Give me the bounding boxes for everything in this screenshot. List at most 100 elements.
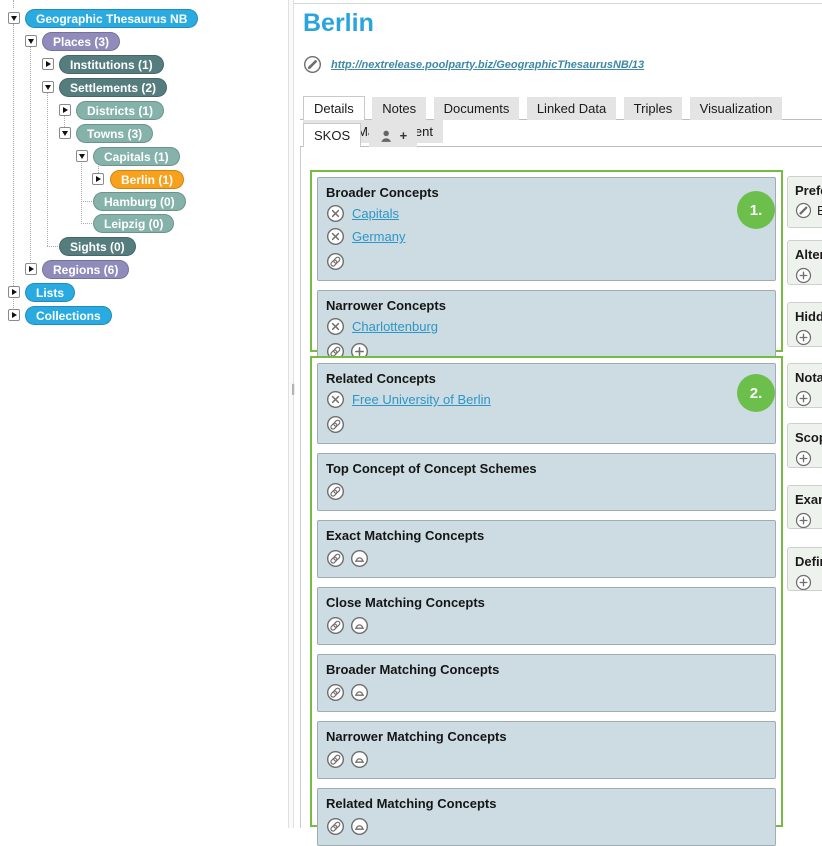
remove-icon[interactable] <box>326 317 345 336</box>
tree-node-settlements[interactable]: Settlements (2) <box>59 78 167 97</box>
notations-panel: Notations <box>787 363 822 408</box>
expander-expanded-icon[interactable] <box>59 127 71 139</box>
link-concept-icon[interactable] <box>326 750 345 769</box>
tree-node-regions[interactable]: Regions (6) <box>42 260 129 279</box>
related-concepts-panel: Related Concepts Free University of Berl… <box>317 363 776 444</box>
relations-group-1: Broader Concepts Capitals Germany Narrow… <box>310 170 783 352</box>
panel-title: Hidden Labels <box>795 308 822 325</box>
alternative-labels-panel: Alternative Labels <box>787 240 822 285</box>
panel-title: Scope Notes <box>795 429 822 446</box>
concept-uri-row: http://nextrelease.poolparty.biz/Geograp… <box>303 55 644 74</box>
edit-label-icon[interactable] <box>795 202 812 219</box>
add-label-icon[interactable] <box>795 267 812 284</box>
tree-connector <box>13 0 14 8</box>
person-icon <box>379 129 396 144</box>
tree-node-leipzig[interactable]: Leipzig (0) <box>93 214 174 233</box>
expander-collapsed-icon[interactable] <box>42 58 54 70</box>
link-external-resource-icon[interactable] <box>350 549 369 568</box>
add-notation-icon[interactable] <box>795 390 812 407</box>
expander-collapsed-icon[interactable] <box>8 286 20 298</box>
expander-collapsed-icon[interactable] <box>8 309 20 321</box>
expander-expanded-icon[interactable] <box>8 12 20 24</box>
related-matching-panel: Related Matching Concepts <box>317 788 776 846</box>
tab-add-language[interactable]: + <box>369 124 418 147</box>
edit-uri-icon[interactable] <box>303 55 322 74</box>
panel-title: Top Concept of Concept Schemes <box>326 460 767 478</box>
top-concept-panel: Top Concept of Concept Schemes <box>317 453 776 511</box>
panel-title: Exact Matching Concepts <box>326 527 767 545</box>
link-concept-icon[interactable] <box>326 549 345 568</box>
broader-matching-panel: Broader Matching Concepts <box>317 654 776 712</box>
pane-resize-handle[interactable]: ║ <box>288 0 294 828</box>
link-external-resource-icon[interactable] <box>350 817 369 836</box>
narrower-matching-panel: Narrower Matching Concepts <box>317 721 776 779</box>
link-concept-icon[interactable] <box>326 415 345 434</box>
link-concept-icon[interactable] <box>326 252 345 271</box>
tab-skos[interactable]: SKOS <box>303 123 361 147</box>
add-scope-note-icon[interactable] <box>795 450 812 467</box>
panel-title: Close Matching Concepts <box>326 594 767 612</box>
link-concept-icon[interactable] <box>326 482 345 501</box>
tab-linked-data[interactable]: Linked Data <box>527 97 616 120</box>
expander-expanded-icon[interactable] <box>76 150 88 162</box>
link-external-resource-icon[interactable] <box>350 750 369 769</box>
expander-collapsed-icon[interactable] <box>92 173 104 185</box>
concept-uri-link[interactable]: http://nextrelease.poolparty.biz/Geograp… <box>331 59 644 71</box>
tab-triples[interactable]: Triples <box>624 97 683 120</box>
link-concept-icon[interactable] <box>326 683 345 702</box>
panel-title: Definitions <box>795 553 822 570</box>
tree-node-hamburg[interactable]: Hamburg (0) <box>93 192 186 211</box>
tree-connector <box>47 246 58 247</box>
expander-expanded-icon[interactable] <box>42 81 54 93</box>
link-external-resource-icon[interactable] <box>350 616 369 635</box>
tree-node-lists[interactable]: Lists <box>25 283 75 302</box>
link-concept-icon[interactable] <box>326 616 345 635</box>
examples-panel: Examples <box>787 485 822 529</box>
panel-title: Notations <box>795 369 822 386</box>
tree-node-sights[interactable]: Sights (0) <box>59 237 136 256</box>
tab-details[interactable]: Details <box>303 96 365 120</box>
top-border <box>294 3 822 4</box>
tree-node-berlin-selected[interactable]: Berlin (1) <box>110 170 184 189</box>
link-concept-icon[interactable] <box>326 817 345 836</box>
tree-connector <box>81 161 82 224</box>
panel-title: Examples <box>795 491 822 508</box>
concept-tree: Geographic Thesaurus NB Places (3) Insti… <box>0 0 288 828</box>
panel-title: Broader Matching Concepts <box>326 661 767 679</box>
tree-connector <box>13 24 14 312</box>
link-external-resource-icon[interactable] <box>350 683 369 702</box>
tree-node-places[interactable]: Places (3) <box>42 32 120 51</box>
tab-visualization[interactable]: Visualization <box>690 97 783 120</box>
sub-tab-bar: SKOS + <box>300 123 822 147</box>
preferred-label-value: Berlin <box>817 203 822 218</box>
tree-node-capitals[interactable]: Capitals (1) <box>93 147 180 166</box>
tree-node-collections[interactable]: Collections <box>25 306 112 325</box>
annotation-step-2: 2. <box>737 374 775 412</box>
page-title: Berlin <box>303 9 374 38</box>
tree-node-districts[interactable]: Districts (1) <box>76 101 164 120</box>
panel-title: Broader Concepts <box>326 184 767 202</box>
panel-title: Narrower Matching Concepts <box>326 728 767 746</box>
add-definition-icon[interactable] <box>795 574 812 591</box>
tab-notes[interactable]: Notes <box>372 97 426 120</box>
expander-collapsed-icon[interactable] <box>59 104 71 116</box>
concept-link-germany[interactable]: Germany <box>352 229 405 244</box>
concept-link-charlottenburg[interactable]: Charlottenburg <box>352 319 438 334</box>
concept-link-free-university[interactable]: Free University of Berlin <box>352 392 491 407</box>
content-left-border <box>300 147 301 828</box>
tab-documents[interactable]: Documents <box>434 97 520 120</box>
add-label-icon[interactable] <box>795 329 812 346</box>
expander-expanded-icon[interactable] <box>25 35 37 47</box>
broader-concepts-panel: Broader Concepts Capitals Germany <box>317 177 776 281</box>
expander-collapsed-icon[interactable] <box>25 263 37 275</box>
tree-node-institutions[interactable]: Institutions (1) <box>59 55 164 74</box>
panel-title: Preferred Labels <box>795 182 822 199</box>
tree-node-thesaurus-root[interactable]: Geographic Thesaurus NB <box>25 9 198 28</box>
remove-icon[interactable] <box>326 204 345 223</box>
remove-icon[interactable] <box>326 227 345 246</box>
concept-link-capitals[interactable]: Capitals <box>352 206 399 221</box>
tree-node-towns[interactable]: Towns (3) <box>76 124 153 143</box>
add-example-icon[interactable] <box>795 512 812 529</box>
tree-connector <box>81 223 92 224</box>
remove-icon[interactable] <box>326 390 345 409</box>
